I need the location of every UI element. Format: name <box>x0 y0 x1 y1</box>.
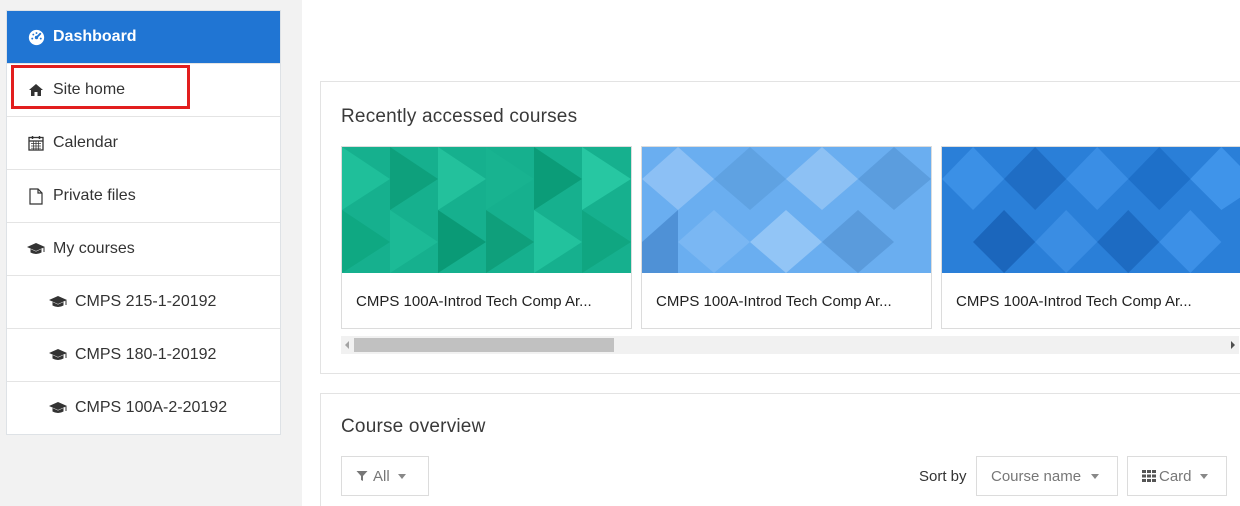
course-card[interactable]: CMPS 100A-Introd Tech Comp Ar... <box>341 146 632 329</box>
chevron-down-icon <box>397 473 406 479</box>
filter-dropdown[interactable]: All <box>341 456 429 496</box>
home-icon <box>25 83 47 97</box>
sidebar-item-label: CMPS 100A-2-20192 <box>75 399 228 416</box>
sidebar-item-calendar[interactable]: Calendar <box>7 116 280 169</box>
sidebar-item-label: CMPS 215-1-20192 <box>75 293 217 310</box>
graduation-cap-icon <box>25 242 47 256</box>
file-icon <box>25 187 47 205</box>
graduation-cap-icon <box>47 295 69 309</box>
sidebar-item-dashboard[interactable]: Dashboard <box>7 11 280 63</box>
sidebar-item-course[interactable]: CMPS 215-1-20192 <box>7 275 280 328</box>
course-card[interactable]: CMPS 100A-Introd Tech Comp Ar... <box>941 146 1240 329</box>
block-title: Course overview <box>341 416 486 437</box>
sidebar: Dashboard Site home Calendar Private fil… <box>0 0 302 506</box>
scrollbar-thumb[interactable] <box>354 338 614 352</box>
course-card[interactable]: CMPS 100A-Introd Tech Comp Ar... <box>641 146 932 329</box>
nav-block: Dashboard Site home Calendar Private fil… <box>6 10 281 435</box>
sort-by-label: Sort by <box>919 468 967 485</box>
chevron-down-icon <box>1091 473 1100 479</box>
grid-icon <box>1142 470 1156 482</box>
sidebar-item-label: Private files <box>53 187 136 204</box>
horizontal-scrollbar[interactable] <box>341 336 1239 354</box>
main-content: Recently accessed courses CMPS 100A-Intr… <box>302 0 1240 506</box>
sidebar-item-label: My courses <box>53 240 135 257</box>
sidebar-item-site-home[interactable]: Site home <box>7 63 280 116</box>
course-name[interactable]: CMPS 100A-Introd Tech Comp Ar... <box>356 293 592 310</box>
course-image <box>642 147 931 273</box>
view-dropdown[interactable]: Card <box>1127 456 1227 496</box>
dashboard-icon <box>25 29 47 46</box>
course-name[interactable]: CMPS 100A-Introd Tech Comp Ar... <box>956 293 1192 310</box>
scroll-right-arrow-icon[interactable] <box>1231 341 1235 349</box>
scroll-left-arrow-icon[interactable] <box>345 341 349 349</box>
course-image <box>942 147 1240 273</box>
sort-dropdown[interactable]: Course name <box>976 456 1118 496</box>
sidebar-item-private-files[interactable]: Private files <box>7 169 280 222</box>
calendar-icon <box>25 135 47 151</box>
sort-value: Course name <box>991 467 1082 485</box>
chevron-down-icon <box>1199 473 1208 479</box>
graduation-cap-icon <box>47 401 69 415</box>
sidebar-item-course[interactable]: CMPS 100A-2-20192 <box>7 381 280 434</box>
sidebar-item-my-courses[interactable]: My courses <box>7 222 280 275</box>
sidebar-item-label: Calendar <box>53 134 118 151</box>
view-label: Card <box>1159 467 1192 485</box>
graduation-cap-icon <box>47 348 69 362</box>
recent-courses-block: Recently accessed courses CMPS 100A-Intr… <box>320 81 1240 374</box>
sidebar-item-label: Dashboard <box>53 28 137 45</box>
filter-label: All <box>373 467 390 485</box>
course-name[interactable]: CMPS 100A-Introd Tech Comp Ar... <box>656 293 892 310</box>
filter-icon <box>356 470 368 482</box>
sidebar-item-label: CMPS 180-1-20192 <box>75 346 217 363</box>
sidebar-item-label: Site home <box>53 81 126 98</box>
block-title: Recently accessed courses <box>341 106 578 127</box>
course-image <box>342 147 631 273</box>
course-overview-block: Course overview All Sort by Course name … <box>320 393 1240 506</box>
sidebar-item-course[interactable]: CMPS 180-1-20192 <box>7 328 280 381</box>
